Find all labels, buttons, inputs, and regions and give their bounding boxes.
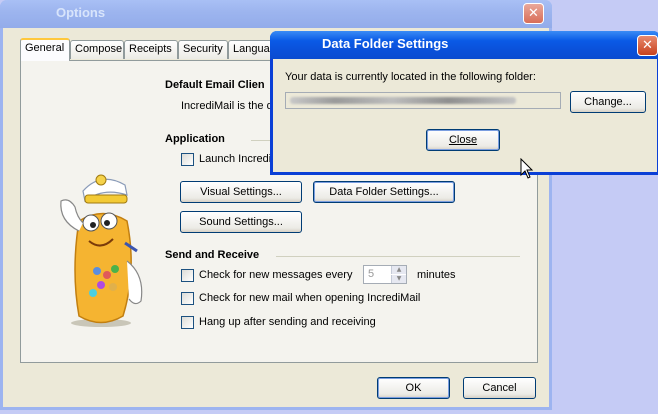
check-on-open-checkbox[interactable] — [181, 292, 194, 305]
dialog-titlebar[interactable]: Data Folder Settings ✕ — [270, 31, 658, 59]
mouse-cursor-icon — [520, 158, 534, 179]
data-folder-settings-button[interactable]: Data Folder Settings... — [313, 181, 455, 203]
check-every-label: Check for new messages every — [199, 269, 353, 281]
options-close-icon[interactable]: ✕ — [523, 3, 544, 24]
send-receive-header: Send and Receive — [165, 249, 260, 261]
minutes-label: minutes — [417, 269, 456, 281]
dialog-close-icon[interactable]: ✕ — [637, 35, 658, 56]
options-titlebar[interactable]: Options ✕ — [0, 0, 552, 28]
tab-compose[interactable]: Compose — [70, 40, 124, 59]
folder-path-field — [285, 92, 561, 109]
check-interval-value: 5 — [368, 268, 375, 280]
spin-down-icon[interactable]: ▼ — [391, 275, 406, 283]
data-folder-dialog: Data Folder Settings ✕ Your data is curr… — [270, 31, 658, 175]
tab-security[interactable]: Security — [178, 40, 228, 59]
visual-settings-button[interactable]: Visual Settings... — [180, 181, 302, 203]
application-header: Application — [165, 133, 225, 145]
blurred-path — [290, 97, 516, 104]
ok-button[interactable]: OK — [377, 377, 450, 399]
options-title: Options — [56, 5, 106, 20]
dialog-message: Your data is currently located in the fo… — [285, 71, 536, 83]
hang-up-label: Hang up after sending and receiving — [199, 316, 376, 328]
change-button[interactable]: Change... — [570, 91, 646, 113]
tab-language[interactable]: Languag — [228, 40, 276, 59]
close-button[interactable]: Close — [426, 129, 500, 151]
sound-settings-button[interactable]: Sound Settings... — [180, 211, 302, 233]
dialog-title: Data Folder Settings — [322, 36, 449, 51]
spin-up-icon[interactable]: ▲ — [391, 266, 406, 274]
default-email-text: IncrediMail is the de — [181, 100, 279, 112]
cancel-button[interactable]: Cancel — [463, 377, 536, 399]
hang-up-checkbox[interactable] — [181, 316, 194, 329]
check-on-open-label: Check for new mail when opening IncrediM… — [199, 292, 421, 304]
tab-receipts[interactable]: Receipts — [124, 40, 178, 59]
launch-label: Launch Incredi — [199, 153, 272, 165]
check-every-checkbox[interactable] — [181, 269, 194, 282]
send-receive-separator — [276, 256, 520, 257]
tab-general[interactable]: General — [20, 38, 70, 61]
mascot-illustration — [60, 174, 143, 327]
check-interval-spinner[interactable]: 5 ▲ ▼ — [363, 265, 407, 284]
launch-checkbox[interactable] — [181, 153, 194, 166]
default-email-header: Default Email Clien — [165, 79, 265, 91]
